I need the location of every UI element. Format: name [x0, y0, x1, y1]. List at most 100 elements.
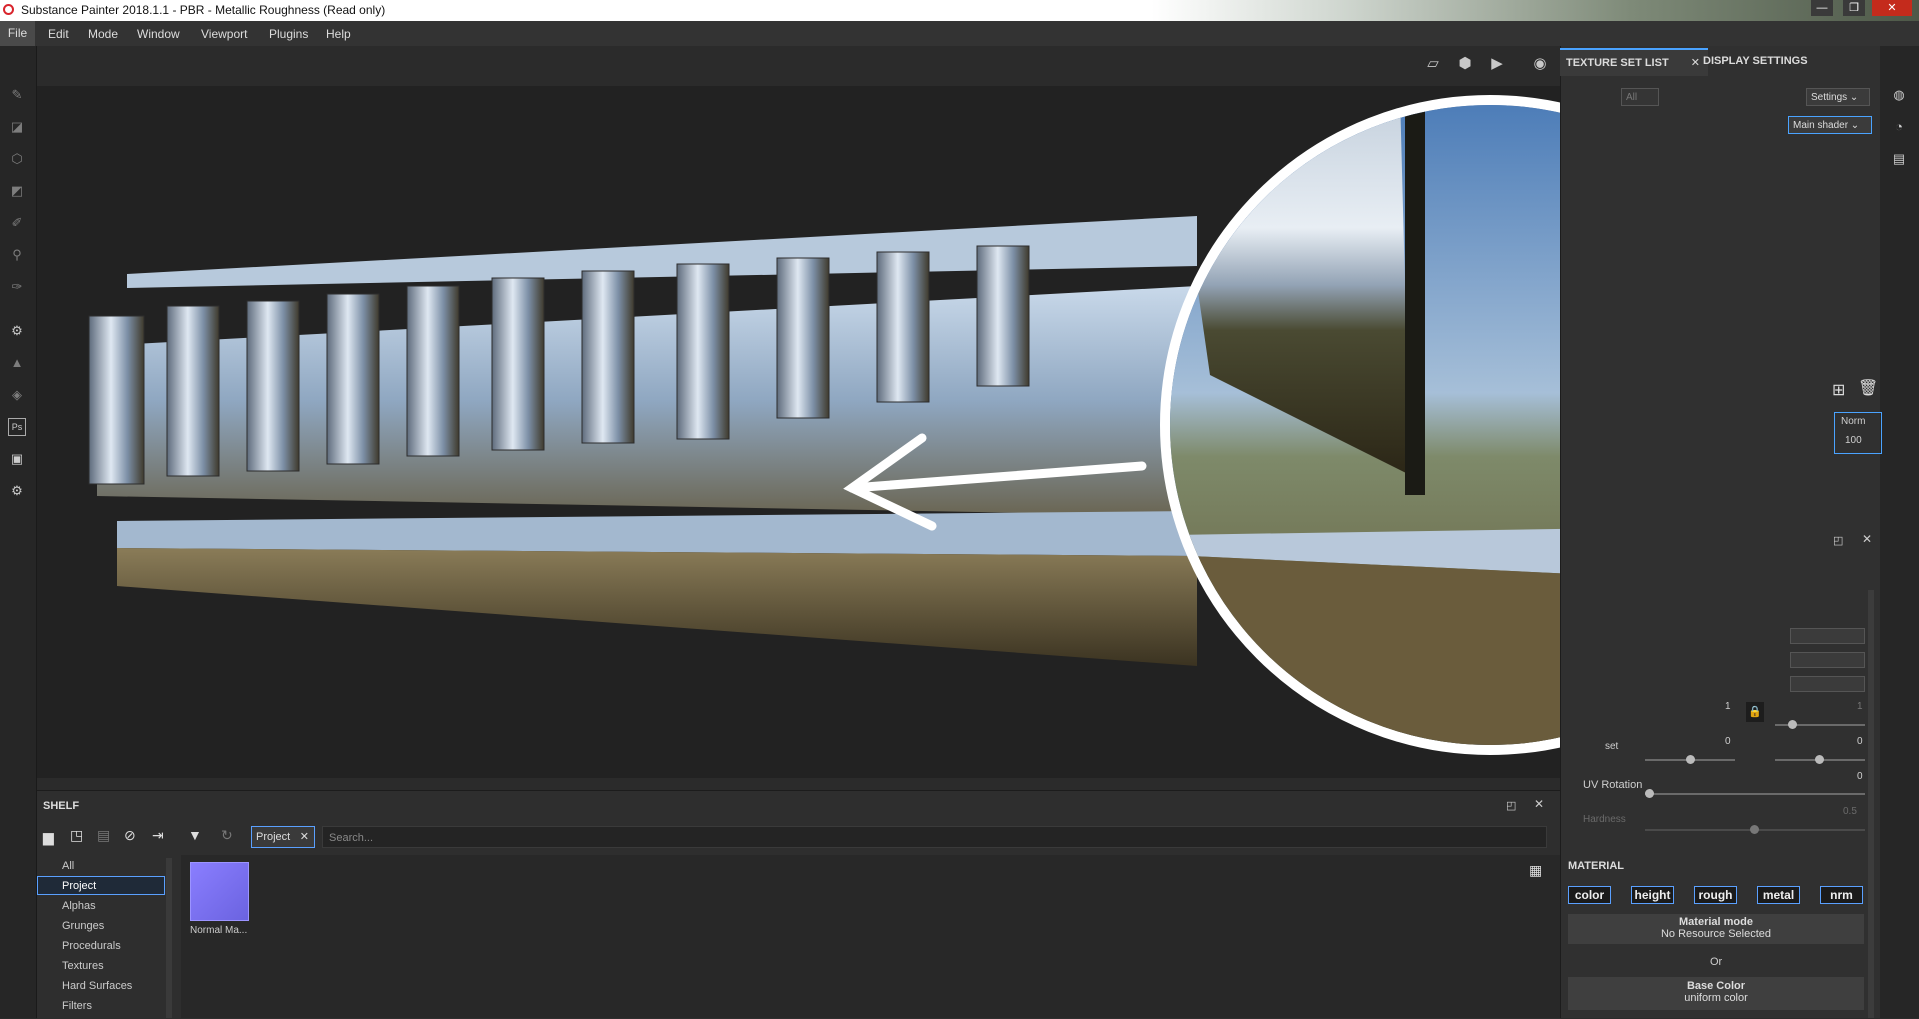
refresh-icon[interactable]: ↻ [221, 827, 233, 844]
save-icon[interactable]: ▤ [97, 827, 110, 844]
property-dropdown-2[interactable] [1790, 652, 1865, 668]
material-mode-value: No Resource Selected [1660, 928, 1772, 940]
menu-viewport[interactable]: Viewport [201, 27, 247, 41]
delete-trash-icon[interactable]: 🗑 [1858, 378, 1878, 398]
shelf-content-grid [181, 855, 1560, 1018]
viewport-toolbar [37, 46, 1560, 86]
layer-icon[interactable]: ◈ [8, 386, 26, 404]
filter-all-button[interactable]: All [1621, 88, 1659, 106]
notification-icon[interactable]: ▲ [8, 354, 26, 372]
menu-help[interactable]: Help [326, 27, 351, 41]
close-properties-icon[interactable]: ✕ [1862, 532, 1872, 546]
category-grunges[interactable]: Grunges [62, 920, 104, 932]
clone-stamp-icon[interactable]: ⚲ [8, 246, 26, 264]
uv-rotation-value[interactable]: 0 [1857, 771, 1863, 782]
float-panel-icon[interactable]: ◰ [1833, 534, 1843, 547]
settings-icon[interactable]: ⚙ [8, 482, 26, 500]
texture-set-icon[interactable]: ◍ [1890, 86, 1908, 104]
normal-map-label: Normal Ma... [190, 925, 248, 936]
tab-display-settings[interactable]: DISPLAY SETTINGS [1697, 48, 1829, 74]
menu-plugins[interactable]: Plugins [269, 27, 308, 41]
uv-rotation-slider[interactable] [1645, 793, 1865, 795]
grid-view-icon[interactable]: ▦ [1529, 862, 1542, 879]
material-mode-slot[interactable]: Material mode No Resource Selected [1568, 914, 1864, 944]
screenshot-icon[interactable]: ◉ [1529, 54, 1551, 74]
hardness-label: Hardness [1583, 814, 1626, 825]
base-color-slot[interactable]: Base Color uniform color [1568, 977, 1864, 1010]
paint-brush-icon[interactable]: ✎ [8, 86, 26, 104]
shader-dropdown[interactable]: Main shader ⌄ [1788, 116, 1872, 134]
projection-icon[interactable]: ⬡ [8, 150, 26, 168]
offset-x-slider-knob[interactable] [1686, 755, 1695, 764]
property-dropdown-3[interactable] [1790, 676, 1865, 692]
menu-edit[interactable]: Edit [48, 27, 69, 41]
history-icon[interactable]: ◔ [1890, 118, 1908, 136]
channel-nrm-button[interactable]: nrm [1820, 886, 1863, 904]
category-procedurals[interactable]: Procedurals [62, 940, 121, 952]
layer-blend-box[interactable]: Norm 100 [1834, 412, 1882, 454]
or-label: Or [1710, 956, 1723, 968]
settings-dropdown[interactable]: Settings ⌄ [1806, 88, 1870, 106]
channel-color-button[interactable]: color [1568, 886, 1611, 904]
offset-y-value[interactable]: 0 [1857, 736, 1863, 747]
channel-metal-button[interactable]: metal [1757, 886, 1800, 904]
export-icon[interactable]: ▣ [8, 450, 26, 468]
camera-icon[interactable]: ▶ [1486, 54, 1508, 74]
tab-texture-set-list[interactable]: TEXTURE SET LIST ✕ [1560, 48, 1708, 76]
lock-icon[interactable]: 🔒 [1746, 702, 1764, 722]
category-project[interactable]: Project [62, 880, 96, 892]
folder-icon[interactable]: ▆ [43, 829, 54, 846]
tab-texture-set-list-label: TEXTURE SET LIST [1566, 57, 1669, 69]
eraser-icon[interactable]: ◪ [8, 118, 26, 136]
filter-icon[interactable]: ▼ [188, 827, 202, 843]
blend-mode-value[interactable]: Norm [1841, 416, 1865, 427]
import-icon[interactable]: ⇥ [152, 827, 164, 844]
channel-rough-button[interactable]: rough [1694, 886, 1737, 904]
close-shelf-icon[interactable]: ✕ [1534, 797, 1544, 811]
hardness-slider-knob[interactable] [1750, 825, 1759, 834]
scale-value-2[interactable]: 1 [1857, 701, 1863, 712]
menu-mode[interactable]: Mode [88, 27, 118, 41]
category-alphas[interactable]: Alphas [62, 900, 96, 912]
opacity-value[interactable]: 100 [1845, 435, 1862, 446]
normal-map-thumbnail[interactable] [190, 862, 249, 921]
window-title: Substance Painter 2018.1.1 - PBR - Metal… [21, 3, 386, 17]
uv-rotation-slider-knob[interactable] [1645, 789, 1654, 798]
scale-value[interactable]: 1 [1725, 701, 1731, 712]
category-scrollbar[interactable] [166, 858, 172, 1018]
menu-file[interactable]: File [0, 21, 35, 46]
channel-height-button[interactable]: height [1631, 886, 1674, 904]
close-window-button[interactable]: ✕ [1872, 0, 1912, 16]
category-all[interactable]: All [62, 860, 74, 872]
app-logo-icon [3, 4, 14, 15]
3d-view-icon[interactable]: ⬢ [1454, 54, 1476, 74]
log-icon[interactable]: ▤ [1890, 150, 1908, 168]
chip-close-icon[interactable]: ✕ [300, 827, 309, 847]
settings-dropdown-label: Settings [1811, 92, 1848, 103]
substance-icon[interactable]: ⚙ [8, 322, 26, 340]
float-shelf-icon[interactable]: ◰ [1506, 799, 1516, 812]
color-picker-icon[interactable]: ✑ [8, 278, 26, 296]
polygon-fill-icon[interactable]: ◩ [8, 182, 26, 200]
category-filters[interactable]: Filters [62, 1000, 92, 1012]
photoshop-icon[interactable]: Ps [8, 418, 26, 436]
category-hard-surfaces[interactable]: Hard Surfaces [62, 980, 132, 992]
scale-slider-knob[interactable] [1788, 720, 1797, 729]
menu-window[interactable]: Window [137, 27, 180, 41]
shelf-search-input[interactable]: Search... [322, 826, 1547, 848]
property-dropdown-1[interactable] [1790, 628, 1865, 644]
minimize-button[interactable]: — [1811, 0, 1833, 16]
new-item-icon[interactable]: ◳ [70, 827, 83, 844]
maximize-button[interactable]: ❐ [1843, 0, 1865, 16]
base-color-label: Base Color [1686, 980, 1746, 992]
2d-view-icon[interactable]: ▱ [1422, 54, 1444, 74]
hide-icon[interactable]: ⊘ [124, 827, 136, 844]
properties-scrollbar[interactable] [1868, 590, 1874, 1018]
filter-chip-project[interactable]: Project ✕ [251, 826, 315, 848]
offset-y-slider-knob[interactable] [1815, 755, 1824, 764]
offset-x-value[interactable]: 0 [1725, 736, 1731, 747]
add-layer-icon[interactable]: ⊞ [1832, 380, 1845, 400]
hardness-value[interactable]: 0.5 [1843, 806, 1857, 817]
category-textures[interactable]: Textures [62, 960, 104, 972]
smudge-icon[interactable]: ✐ [8, 214, 26, 232]
